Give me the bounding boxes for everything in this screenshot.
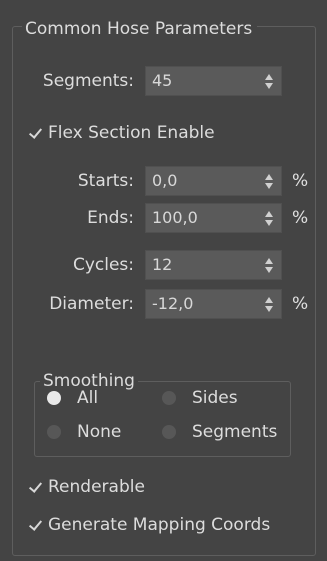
radio-all-label: All: [77, 388, 99, 408]
radio-sides[interactable]: Sides: [162, 384, 238, 412]
starts-spinner[interactable]: 0,0: [145, 166, 282, 196]
cycles-value[interactable]: 12: [152, 251, 172, 279]
checkmark-icon: [28, 125, 44, 141]
renderable-label: Renderable: [48, 477, 145, 497]
starts-value[interactable]: 0,0: [152, 167, 177, 195]
radio-selected-icon: [47, 391, 61, 405]
segments-value[interactable]: 45: [152, 67, 172, 95]
diameter-unit: %: [292, 294, 309, 314]
rollout-title[interactable]: Common Hose Parameters: [22, 18, 258, 40]
starts-label: Starts:: [77, 171, 134, 191]
radio-unselected-icon: [162, 425, 176, 439]
spinner-arrows-icon[interactable]: [265, 297, 273, 313]
ends-spinner[interactable]: 100,0: [145, 203, 282, 233]
ends-label: Ends:: [87, 208, 134, 228]
checkmark-icon: [28, 517, 44, 533]
radio-unselected-icon: [47, 425, 61, 439]
spinner-arrows-icon[interactable]: [265, 174, 273, 190]
radio-unselected-icon: [162, 391, 176, 405]
spinner-arrows-icon[interactable]: [265, 258, 273, 274]
ends-value[interactable]: 100,0: [152, 204, 198, 232]
diameter-label: Diameter:: [49, 294, 134, 314]
radio-none[interactable]: None: [47, 418, 121, 446]
radio-segments[interactable]: Segments: [162, 418, 277, 446]
flex-section-checkbox[interactable]: Flex Section Enable: [28, 118, 215, 148]
spinner-arrows-icon[interactable]: [265, 211, 273, 227]
checkmark-icon: [28, 479, 44, 495]
cycles-label: Cycles:: [72, 255, 134, 275]
spinner-arrows-icon[interactable]: [265, 74, 273, 90]
segments-label: Segments:: [42, 71, 134, 91]
radio-all[interactable]: All: [47, 384, 98, 412]
cycles-spinner[interactable]: 12: [145, 250, 282, 280]
radio-sides-label: Sides: [192, 388, 238, 408]
generate-mapping-coords-label: Generate Mapping Coords: [48, 515, 271, 535]
segments-spinner[interactable]: 45: [145, 66, 282, 96]
flex-section-label: Flex Section Enable: [48, 123, 215, 143]
starts-unit: %: [292, 171, 309, 191]
radio-none-label: None: [77, 422, 122, 442]
radio-segments-label: Segments: [192, 422, 278, 442]
diameter-value[interactable]: -12,0: [152, 290, 193, 318]
generate-mapping-coords-checkbox[interactable]: Generate Mapping Coords: [28, 510, 270, 540]
diameter-spinner[interactable]: -12,0: [145, 289, 282, 319]
ends-unit: %: [292, 208, 309, 228]
renderable-checkbox[interactable]: Renderable: [28, 472, 145, 502]
